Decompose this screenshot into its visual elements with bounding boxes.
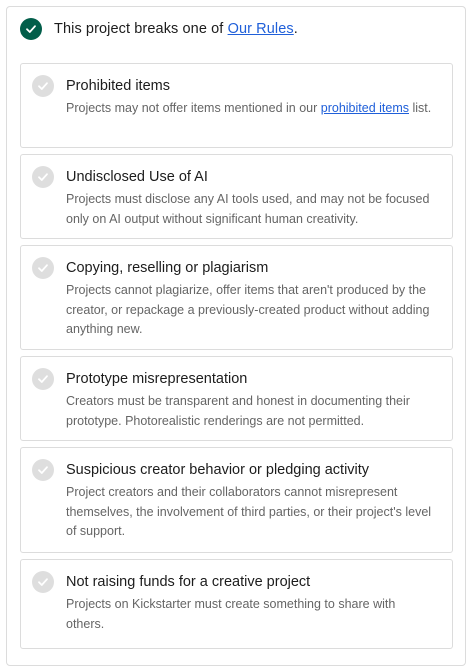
rule-description: Projects on Kickstarter must create some… <box>66 597 396 631</box>
check-circle-icon <box>32 257 54 279</box>
check-circle-icon <box>32 368 54 390</box>
rule-description: Projects may not offer items mentioned i… <box>66 101 432 115</box>
rule-title: Prototype misrepresentation <box>66 371 248 387</box>
prohibited-items-link[interactable]: prohibited items <box>321 101 409 115</box>
rule-card-copying-plagiarism[interactable]: Copying, reselling or plagiarism Project… <box>20 245 453 350</box>
rule-title: Not raising funds for a creative project <box>66 574 311 590</box>
check-circle-icon <box>32 75 54 97</box>
check-circle-icon <box>20 18 42 40</box>
check-circle-icon <box>32 459 54 481</box>
rule-card-suspicious-behavior[interactable]: Suspicious creator behavior or pledging … <box>20 447 453 553</box>
rule-card-prohibited-items[interactable]: Prohibited items Projects may not offer … <box>20 63 453 148</box>
rule-description: Project creators and their collaborators… <box>66 485 432 538</box>
rule-title: Copying, reselling or plagiarism <box>66 260 269 276</box>
rule-title: Suspicious creator behavior or pledging … <box>66 462 370 478</box>
rule-description: Projects must disclose any AI tools used… <box>66 192 430 226</box>
rule-title: Undisclosed Use of AI <box>66 169 208 185</box>
rule-card-prototype-misrepresentation[interactable]: Prototype misrepresentation Creators mus… <box>20 356 453 441</box>
rule-card-undisclosed-ai[interactable]: Undisclosed Use of AI Projects must disc… <box>20 154 453 239</box>
header-text: This project breaks one of Our Rules. <box>54 21 298 37</box>
our-rules-link[interactable]: Our Rules <box>228 21 294 37</box>
check-circle-icon <box>32 166 54 188</box>
check-circle-icon <box>32 571 54 593</box>
rule-title: Prohibited items <box>66 78 170 94</box>
rule-description: Creators must be transparent and honest … <box>66 394 410 428</box>
rule-card-not-creative-project[interactable]: Not raising funds for a creative project… <box>20 559 453 649</box>
rule-description: Projects cannot plagiarize, offer items … <box>66 283 430 336</box>
rules-violation-header: This project breaks one of Our Rules. <box>20 18 298 40</box>
